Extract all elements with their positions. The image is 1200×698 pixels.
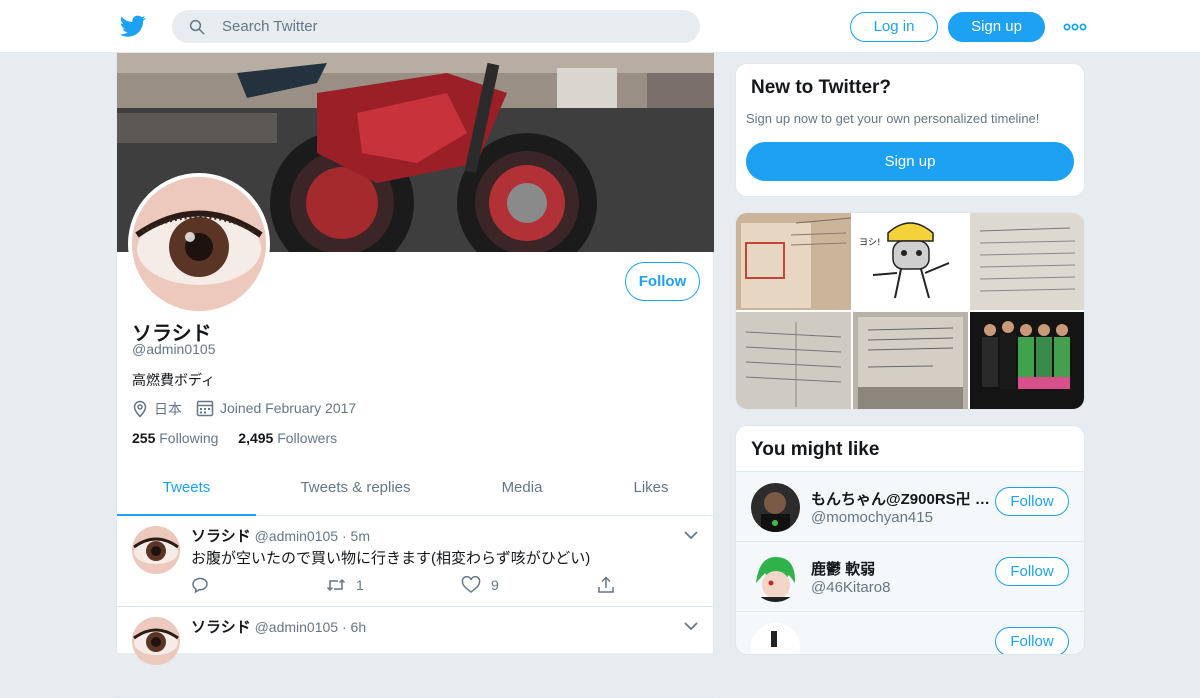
login-button[interactable]: Log in xyxy=(850,12,938,42)
tweet-author-handle[interactable]: @admin0105 xyxy=(255,528,339,544)
calendar-icon xyxy=(196,400,214,417)
profile-handle[interactable]: @admin0105 xyxy=(132,341,216,357)
document-photo xyxy=(736,213,851,310)
tweet-author-name[interactable]: ソラシド xyxy=(191,619,251,636)
tweet-actions: 1 9 xyxy=(191,576,621,596)
chevron-down-icon[interactable] xyxy=(683,530,699,540)
tweet-header: ソラシド @admin0105 · 5m xyxy=(191,525,370,546)
suggested-avatar[interactable] xyxy=(751,483,800,532)
follow-button[interactable]: Follow xyxy=(995,557,1069,586)
suggested-avatar[interactable] xyxy=(751,553,800,602)
document-photo xyxy=(853,312,968,409)
reply-icon xyxy=(192,577,208,594)
new-to-twitter-card: New to Twitter? Sign up now to get your … xyxy=(735,63,1085,197)
suggested-account[interactable]: 鹿鬱 軟弱 @46Kitaro8 Follow xyxy=(736,541,1084,611)
tab-likes[interactable]: Likes xyxy=(617,466,685,516)
search-icon xyxy=(189,19,205,35)
character-avatar xyxy=(751,553,800,602)
follow-button[interactable]: Follow xyxy=(995,487,1069,516)
tweet-timestamp[interactable]: · 6h xyxy=(342,619,366,635)
joined-text: Joined February 2017 xyxy=(220,400,357,416)
new-to-twitter-title: New to Twitter? xyxy=(751,77,892,98)
media-thumbnail[interactable]: ヨシ! xyxy=(853,213,968,310)
more-dots-icon[interactable] xyxy=(1062,18,1088,36)
tweet[interactable]: ソラシド @admin0105 · 5m お腹が空いたので買い物に行きます(相変… xyxy=(117,516,714,607)
suggested-account[interactable]: Follow xyxy=(736,611,1084,654)
search-box[interactable] xyxy=(172,10,700,43)
tab-tweets[interactable]: Tweets xyxy=(117,466,256,516)
character-avatar xyxy=(751,483,800,532)
followers-label: Followers xyxy=(277,430,338,446)
suggested-avatar[interactable] xyxy=(751,623,800,654)
media-thumbnail[interactable] xyxy=(853,312,968,409)
suggested-handle[interactable]: @momochyan415 xyxy=(811,509,933,526)
eye-photo xyxy=(132,526,180,574)
twitter-bird-icon[interactable] xyxy=(119,13,147,39)
top-navigation-bar: Log in Sign up xyxy=(0,0,1200,53)
tweet-text: お腹が空いたので買い物に行きます(相変わらず咳がひどい) xyxy=(191,550,591,567)
signup-card-button[interactable]: Sign up xyxy=(746,142,1074,181)
retweet-icon xyxy=(326,578,346,592)
search-input[interactable] xyxy=(222,10,682,43)
suggested-handle[interactable]: @46Kitaro8 xyxy=(811,579,890,596)
share-action[interactable] xyxy=(597,576,625,594)
tab-tweets-replies[interactable]: Tweets & replies xyxy=(282,466,429,516)
profile-column: Follow ソラシド @admin0105 高燃費ボディ 日本 Joined … xyxy=(116,53,714,698)
signup-button[interactable]: Sign up xyxy=(948,12,1045,42)
heart-icon xyxy=(461,576,481,593)
follow-button[interactable]: Follow xyxy=(625,262,700,301)
tweet-timestamp[interactable]: · 5m xyxy=(342,528,370,544)
profile-avatar[interactable] xyxy=(128,173,270,315)
like-count: 9 xyxy=(491,577,499,593)
document-photo xyxy=(970,213,1084,310)
suggested-account[interactable]: もんちゃん@Z900RS卍 … @momochyan415 Follow xyxy=(736,471,1084,541)
character-avatar xyxy=(751,623,800,654)
profile-tabs: Tweets Tweets & replies Media Likes xyxy=(117,466,714,516)
media-thumbnail[interactable] xyxy=(736,312,851,409)
location-pin-icon xyxy=(133,400,147,418)
you-might-like-card: You might like もんちゃん@Z900RS卍 … @momochya… xyxy=(735,425,1085,655)
followers-count: 2,495 xyxy=(238,430,274,446)
profile-bio: 高燃費ボディ xyxy=(132,372,216,388)
tweet-avatar[interactable] xyxy=(132,526,180,574)
like-action[interactable]: 9 xyxy=(461,576,499,594)
media-thumbnail[interactable] xyxy=(970,312,1084,409)
tweet-header: ソラシド @admin0105 · 6h xyxy=(191,616,366,637)
new-to-twitter-text: Sign up now to get your own personalized… xyxy=(746,111,1040,126)
location-text: 日本 xyxy=(154,401,182,417)
you-might-like-title: You might like xyxy=(751,439,880,460)
suggested-name[interactable]: もんちゃん@Z900RS卍 … xyxy=(811,488,991,509)
share-icon xyxy=(598,576,614,593)
profile-stats: 255 Following 2,495 Followers xyxy=(132,430,337,446)
eye-photo xyxy=(132,177,266,311)
retweet-count: 1 xyxy=(356,577,364,593)
media-thumbnail[interactable] xyxy=(970,213,1084,310)
tweet-avatar[interactable] xyxy=(132,617,180,665)
followers-link[interactable]: 2,495 Followers xyxy=(238,430,337,446)
following-link[interactable]: 255 Following xyxy=(132,430,218,446)
group-photo xyxy=(970,312,1084,409)
suggested-name[interactable]: 鹿鬱 軟弱 xyxy=(811,558,991,579)
tweet-author-name[interactable]: ソラシド xyxy=(191,528,251,545)
follow-button[interactable]: Follow xyxy=(995,627,1069,654)
tweet[interactable]: ソラシド @admin0105 · 6h xyxy=(117,607,714,698)
tweet-author-handle[interactable]: @admin0105 xyxy=(255,619,339,635)
retweet-action[interactable]: 1 xyxy=(326,576,364,594)
eye-photo xyxy=(132,617,180,665)
tab-media[interactable]: Media xyxy=(482,466,562,516)
svg-text:ヨシ!: ヨシ! xyxy=(859,238,881,248)
profile-joined: Joined February 2017 xyxy=(196,399,356,417)
media-thumbnail[interactable] xyxy=(736,213,851,310)
media-gallery: ヨシ! xyxy=(735,212,1085,410)
following-count: 255 xyxy=(132,430,156,446)
document-photo xyxy=(736,312,851,409)
reply-action[interactable] xyxy=(191,576,219,594)
following-label: Following xyxy=(159,430,219,446)
cat-illustration: ヨシ! xyxy=(853,213,968,310)
profile-location: 日本 xyxy=(132,399,182,419)
